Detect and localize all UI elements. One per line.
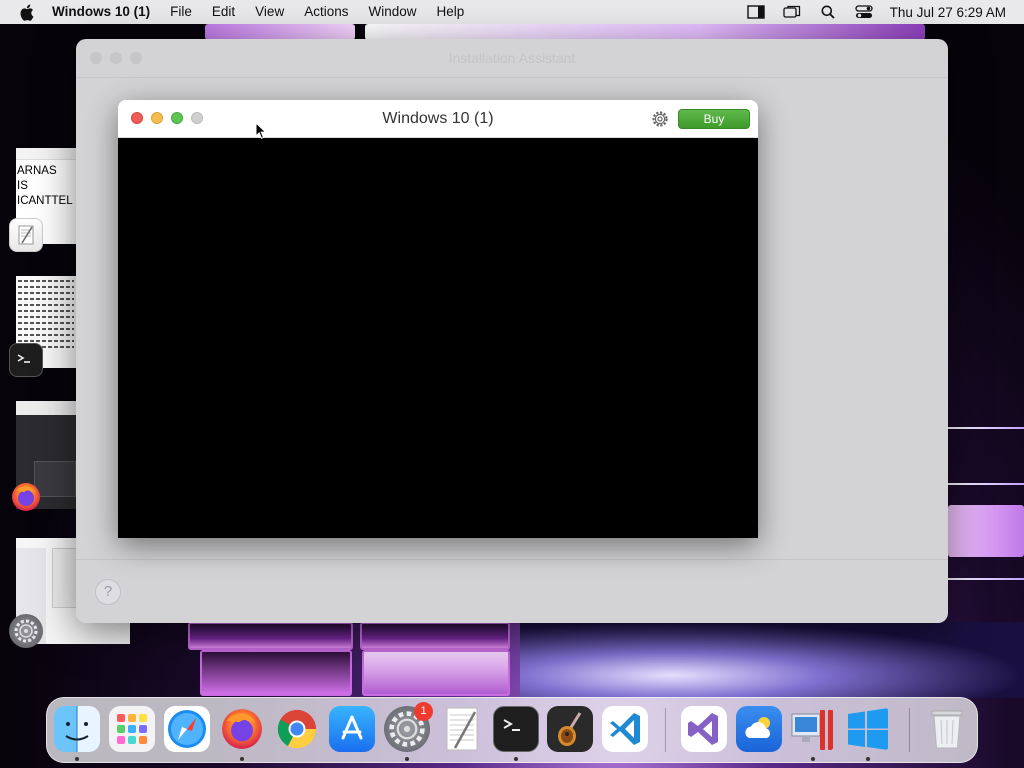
menubar-clock[interactable]: Thu Jul 27 6:29 AM bbox=[882, 5, 1024, 20]
thumbnail-text-line: IS bbox=[17, 180, 28, 192]
wallpaper-shape bbox=[200, 650, 352, 696]
spotlight-search-icon[interactable] bbox=[810, 0, 846, 24]
terminal-icon[interactable] bbox=[493, 706, 539, 752]
textedit-icon[interactable] bbox=[9, 218, 43, 252]
dock-separator bbox=[665, 708, 666, 752]
screen-mirroring-icon[interactable] bbox=[774, 0, 810, 24]
app-store-icon[interactable] bbox=[329, 706, 375, 752]
firefox-icon[interactable] bbox=[219, 706, 265, 752]
thumbnail-toolbar bbox=[16, 401, 76, 415]
system-settings-icon[interactable] bbox=[9, 614, 43, 648]
wallpaper-shape bbox=[188, 622, 353, 650]
terminal-line bbox=[18, 286, 74, 288]
window-title: Installation Assistant bbox=[448, 50, 576, 66]
garageband-icon[interactable] bbox=[547, 706, 593, 752]
terminal-line bbox=[18, 298, 74, 300]
thumbnail-text-line: ARNAS bbox=[17, 165, 57, 177]
textedit-icon[interactable] bbox=[439, 706, 485, 752]
wallpaper-shape bbox=[360, 622, 510, 650]
terminal-line bbox=[18, 322, 74, 324]
terminal-line bbox=[18, 316, 74, 318]
vm-titlebar[interactable]: Windows 10 (1) Buy bbox=[118, 100, 758, 138]
menu-bar: Windows 10 (1) File Edit View Actions Wi… bbox=[0, 0, 1024, 24]
wallpaper-line bbox=[948, 483, 1024, 485]
terminal-line bbox=[18, 328, 74, 330]
running-indicator bbox=[75, 757, 79, 761]
wallpaper-shape bbox=[948, 505, 1024, 557]
stage-manager-icon[interactable] bbox=[738, 0, 774, 24]
terminal-line bbox=[18, 340, 74, 342]
dock bbox=[46, 697, 978, 763]
mouse-cursor-icon bbox=[255, 121, 267, 145]
running-indicator bbox=[866, 757, 870, 761]
finder-icon[interactable] bbox=[54, 706, 100, 752]
menu-file[interactable]: File bbox=[160, 0, 202, 24]
vm-window: Windows 10 (1) Buy bbox=[118, 100, 758, 538]
wallpaper-line bbox=[948, 578, 1024, 580]
terminal-icon[interactable] bbox=[9, 343, 43, 377]
weather-icon[interactable] bbox=[736, 706, 782, 752]
help-button[interactable]: ? bbox=[95, 579, 121, 605]
terminal-line bbox=[18, 280, 74, 282]
parallels-icon[interactable] bbox=[790, 706, 836, 752]
wallpaper-shape bbox=[362, 650, 510, 696]
safari-icon[interactable] bbox=[164, 706, 210, 752]
control-center-icon[interactable] bbox=[846, 0, 882, 24]
dock-separator bbox=[909, 708, 910, 752]
terminal-line bbox=[18, 292, 74, 294]
divider bbox=[76, 559, 948, 560]
terminal-line bbox=[18, 304, 74, 306]
thumbnail-text: ARNAS IS ICANTTEL bbox=[16, 160, 76, 213]
thumbnail-text-line: ICANTTEL bbox=[17, 195, 73, 207]
app-menu[interactable]: Windows 10 (1) bbox=[52, 0, 160, 24]
wallpaper-line bbox=[948, 427, 1024, 429]
status-area: Thu Jul 27 6:29 AM bbox=[738, 0, 1024, 24]
running-indicator bbox=[240, 757, 244, 761]
windows-icon[interactable] bbox=[845, 706, 891, 752]
gear-icon[interactable] bbox=[650, 109, 670, 129]
notification-badge: 1 bbox=[414, 702, 433, 721]
firefox-icon[interactable] bbox=[9, 480, 43, 514]
menu-edit[interactable]: Edit bbox=[202, 0, 245, 24]
vm-display[interactable] bbox=[118, 138, 758, 538]
wallpaper-shape bbox=[205, 24, 355, 40]
trash-icon[interactable] bbox=[924, 706, 970, 752]
launchpad-icon[interactable] bbox=[109, 706, 155, 752]
vscode-icon[interactable] bbox=[602, 706, 648, 752]
wallpaper-shape bbox=[365, 24, 925, 40]
terminal-line bbox=[18, 334, 74, 336]
chrome-icon[interactable] bbox=[274, 706, 320, 752]
menu-actions[interactable]: Actions bbox=[294, 0, 358, 24]
buy-button[interactable]: Buy bbox=[678, 109, 750, 129]
terminal-line bbox=[18, 310, 74, 312]
menu-window[interactable]: Window bbox=[358, 0, 426, 24]
running-indicator bbox=[405, 757, 409, 761]
running-indicator bbox=[811, 757, 815, 761]
apple-menu-icon[interactable] bbox=[0, 0, 52, 24]
menu-help[interactable]: Help bbox=[427, 0, 475, 24]
running-indicator bbox=[514, 757, 518, 761]
visual-studio-icon[interactable] bbox=[681, 706, 727, 752]
menu-view[interactable]: View bbox=[245, 0, 294, 24]
divider bbox=[76, 77, 948, 78]
thumbnail-toolbar bbox=[16, 148, 76, 160]
wallpaper-glow bbox=[520, 622, 1024, 698]
